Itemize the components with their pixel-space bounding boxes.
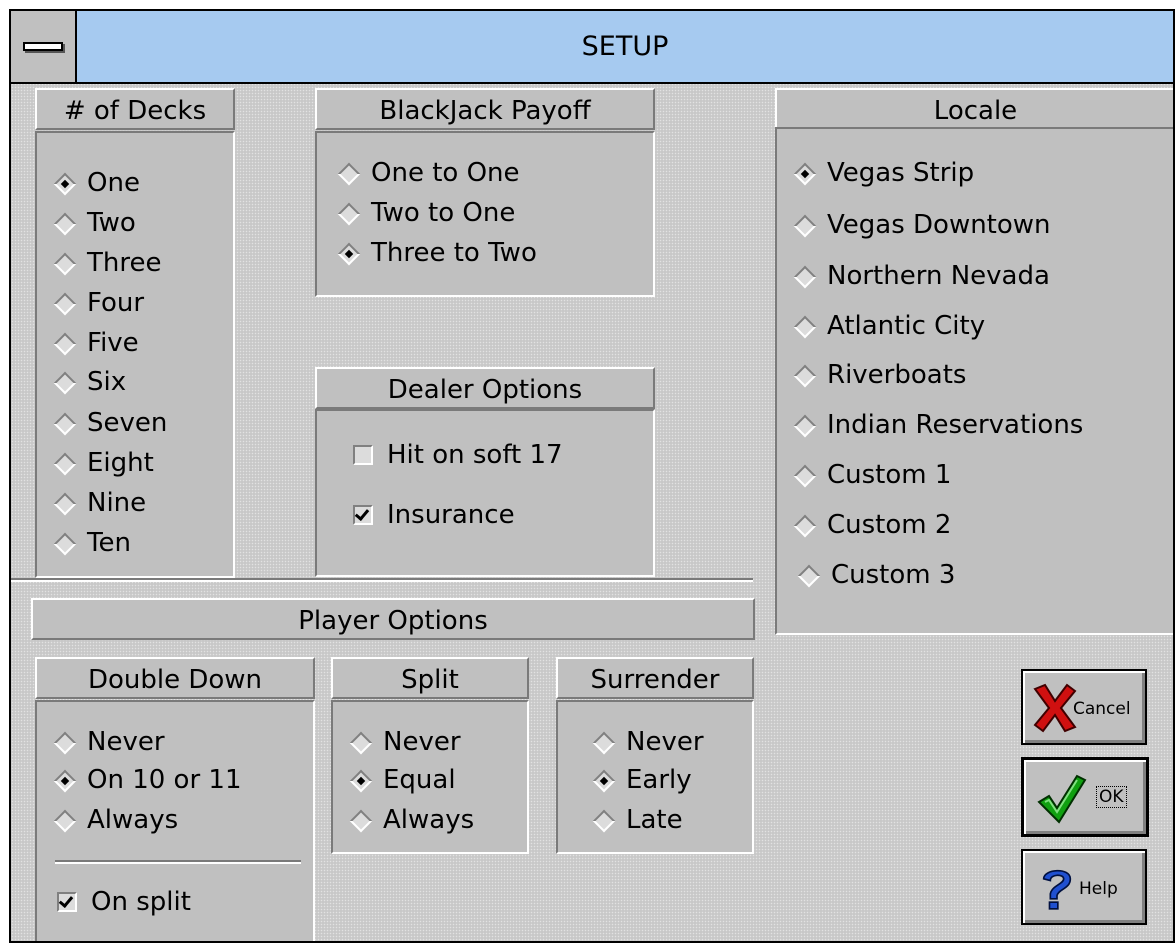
split-option-never[interactable]: Never xyxy=(349,722,461,762)
radio-selected-icon xyxy=(592,769,616,793)
split-option-equal[interactable]: Equal xyxy=(349,760,456,800)
player-options-title: Player Options xyxy=(31,598,755,640)
payoff-group: One to One Two to One Three to Two xyxy=(315,131,655,297)
surrender-group: Never Early Late xyxy=(556,700,754,854)
radio-selected-icon xyxy=(349,769,373,793)
surrender-option-never[interactable]: Never xyxy=(592,722,704,762)
payoff-option-two-to-one[interactable]: Two to One xyxy=(337,193,515,233)
radio-icon xyxy=(53,492,77,516)
surrender-option-late[interactable]: Late xyxy=(592,800,683,840)
help-button[interactable]: Help xyxy=(1021,849,1147,925)
ok-button[interactable]: OK xyxy=(1021,757,1149,837)
payoff-option-three-to-two[interactable]: Three to Two xyxy=(337,233,537,273)
dealer-group: Hit on soft 17 Insurance xyxy=(315,409,655,577)
split-group-title: Split xyxy=(331,657,529,699)
decks-option-ten[interactable]: Ten xyxy=(53,523,131,563)
locale-option-custom-2[interactable]: Custom 2 xyxy=(793,505,951,545)
decks-group: One Two Three Four Five Six Seven Eight … xyxy=(35,131,235,578)
radio-selected-icon xyxy=(337,242,361,266)
hit-soft-17-checkbox[interactable]: Hit on soft 17 xyxy=(349,435,563,475)
locale-option-riverboats[interactable]: Riverboats xyxy=(793,355,966,395)
radio-icon xyxy=(337,162,361,186)
double-down-group-title: Double Down xyxy=(35,657,315,699)
radio-icon xyxy=(53,292,77,316)
locale-option-northern-nevada[interactable]: Northern Nevada xyxy=(793,256,1050,296)
dealer-group-title: Dealer Options xyxy=(315,367,655,409)
checkbox-checked-icon xyxy=(57,892,77,912)
section-divider xyxy=(11,578,753,582)
locale-option-custom-3[interactable]: Custom 3 xyxy=(797,555,955,595)
radio-icon xyxy=(793,265,817,289)
ok-label: OK xyxy=(1096,786,1127,808)
checkbox-checked-icon xyxy=(353,505,373,525)
split-group: Never Equal Always xyxy=(331,700,529,854)
on-split-checkbox[interactable]: On split xyxy=(53,882,191,922)
radio-icon xyxy=(349,731,373,755)
radio-icon xyxy=(53,731,77,755)
decks-option-three[interactable]: Three xyxy=(53,243,161,283)
radio-selected-icon xyxy=(793,162,817,186)
radio-icon xyxy=(793,214,817,238)
locale-group: Vegas Strip Vegas Downtown Northern Neva… xyxy=(775,127,1173,635)
blue-question-mark-icon xyxy=(1042,869,1072,910)
double-down-divider xyxy=(55,860,301,864)
decks-option-six[interactable]: Six xyxy=(53,362,126,402)
surrender-option-early[interactable]: Early xyxy=(592,760,692,800)
radio-icon xyxy=(793,414,817,438)
radio-icon xyxy=(53,212,77,236)
double-down-option-never[interactable]: Never xyxy=(53,722,165,762)
system-menu-button[interactable] xyxy=(11,11,77,82)
radio-icon xyxy=(592,731,616,755)
locale-option-indian-reservations[interactable]: Indian Reservations xyxy=(793,405,1083,445)
radio-icon xyxy=(793,364,817,388)
help-label: Help xyxy=(1079,879,1118,899)
locale-option-custom-1[interactable]: Custom 1 xyxy=(793,455,951,495)
radio-icon xyxy=(53,532,77,556)
radio-icon xyxy=(793,464,817,488)
radio-icon xyxy=(53,412,77,436)
radio-icon xyxy=(53,252,77,276)
decks-option-one[interactable]: One xyxy=(53,163,140,203)
decks-option-seven[interactable]: Seven xyxy=(53,403,167,443)
insurance-checkbox[interactable]: Insurance xyxy=(349,495,515,535)
radio-icon xyxy=(797,564,821,588)
system-menu-icon xyxy=(23,42,63,51)
decks-option-eight[interactable]: Eight xyxy=(53,443,154,483)
radio-icon xyxy=(53,809,77,833)
radio-icon xyxy=(592,809,616,833)
radio-icon xyxy=(53,332,77,356)
radio-icon xyxy=(53,371,77,395)
window-title: SETUP xyxy=(581,31,669,62)
locale-option-atlantic-city[interactable]: Atlantic City xyxy=(793,306,985,346)
double-down-group: Never On 10 or 11 Always On split xyxy=(35,700,315,941)
locale-group-title: Locale xyxy=(775,88,1173,130)
red-x-icon xyxy=(1033,683,1077,733)
cancel-button[interactable]: Cancel xyxy=(1021,669,1147,745)
radio-selected-icon xyxy=(53,769,77,793)
locale-option-vegas-downtown[interactable]: Vegas Downtown xyxy=(793,205,1051,245)
setup-dialog: SETUP # of Decks One Two Three Four Five… xyxy=(9,9,1175,943)
radio-icon xyxy=(337,202,361,226)
radio-icon xyxy=(349,809,373,833)
locale-option-vegas-strip[interactable]: Vegas Strip xyxy=(793,153,974,193)
decks-option-nine[interactable]: Nine xyxy=(53,483,146,523)
checkbox-unchecked-icon xyxy=(353,445,373,465)
decks-group-title: # of Decks xyxy=(35,88,235,130)
decks-option-five[interactable]: Five xyxy=(53,323,139,363)
decks-option-four[interactable]: Four xyxy=(53,283,144,323)
payoff-group-title: BlackJack Payoff xyxy=(315,88,655,130)
radio-selected-icon xyxy=(53,172,77,196)
green-checkmark-icon xyxy=(1037,774,1087,824)
radio-icon xyxy=(53,452,77,476)
cancel-label: Cancel xyxy=(1073,699,1131,719)
radio-icon xyxy=(793,315,817,339)
payoff-option-one-to-one[interactable]: One to One xyxy=(337,153,520,193)
double-down-option-always[interactable]: Always xyxy=(53,800,178,840)
surrender-group-title: Surrender xyxy=(556,657,754,699)
radio-icon xyxy=(793,514,817,538)
title-bar: SETUP xyxy=(11,11,1173,84)
double-down-option-on-10-or-11[interactable]: On 10 or 11 xyxy=(53,760,242,800)
decks-option-two[interactable]: Two xyxy=(53,203,136,243)
split-option-always[interactable]: Always xyxy=(349,800,474,840)
